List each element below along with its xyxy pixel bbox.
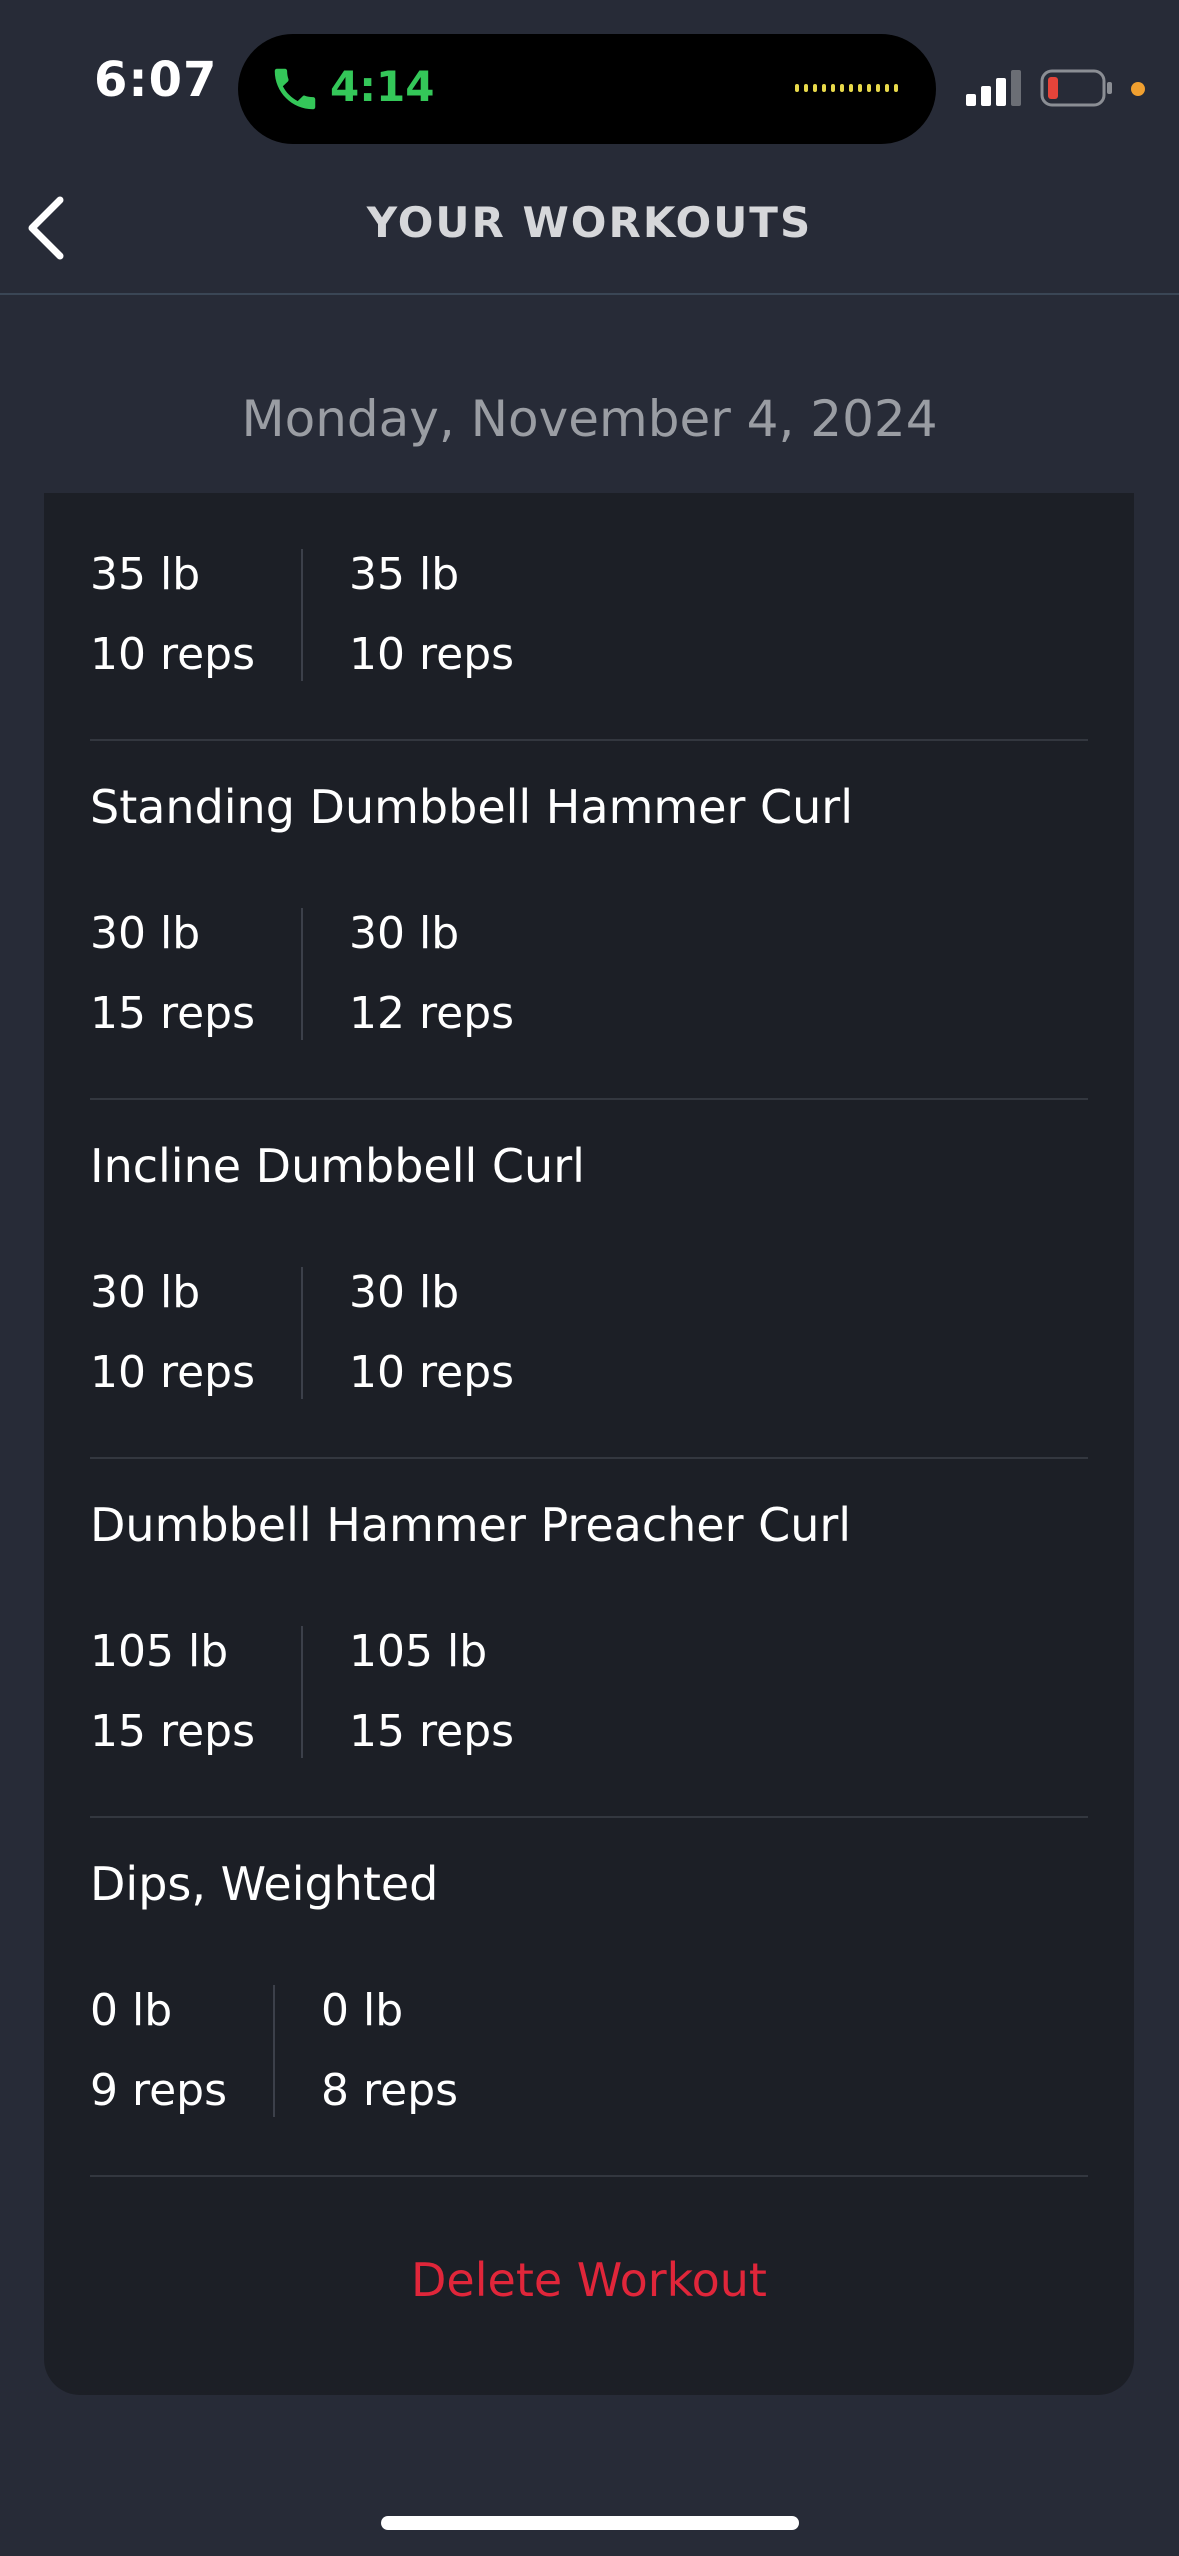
set-weight: 0 lb: [90, 1985, 173, 2036]
set-divider: [301, 1267, 304, 1399]
set-reps: 15 reps: [349, 1706, 515, 1757]
cellular-signal-icon: [966, 70, 1021, 106]
sets-row: 35 lb 10 reps 35 lb 10 reps: [90, 549, 514, 681]
set-reps: 15 reps: [90, 988, 256, 1039]
phone-icon: [274, 68, 316, 110]
exercise-separator: [90, 739, 1088, 741]
exercise-separator: [90, 2175, 1088, 2177]
nav-divider: [0, 293, 1179, 295]
set-divider: [301, 1626, 304, 1758]
set-weight: 30 lb: [349, 1267, 460, 1318]
call-duration: 4:14: [330, 62, 435, 111]
workout-card: 35 lb 10 reps 35 lb 10 reps Standing Dum…: [44, 493, 1134, 2395]
set-reps: 10 reps: [349, 629, 515, 680]
sets-row: 105 lb 15 reps 105 lb 15 reps: [90, 1626, 514, 1758]
set-reps: 10 reps: [349, 1347, 515, 1398]
set-entry: 0 lb 9 reps: [90, 1985, 227, 2117]
workout-date: Monday, November 4, 2024: [241, 390, 938, 448]
set-entry: 0 lb 8 reps: [321, 1985, 458, 2117]
home-indicator[interactable]: [381, 2516, 799, 2530]
sets-row: 30 lb 15 reps 30 lb 12 reps: [90, 908, 514, 1040]
set-entry: 30 lb 12 reps: [349, 908, 514, 1040]
sets-row: 30 lb 10 reps 30 lb 10 reps: [90, 1267, 514, 1399]
exercise-name: Dips, Weighted: [90, 1857, 439, 1911]
exercise-name: Standing Dumbbell Hammer Curl: [90, 780, 853, 834]
set-weight: 35 lb: [349, 549, 460, 600]
set-entry: 105 lb 15 reps: [90, 1626, 255, 1758]
sets-row: 0 lb 9 reps 0 lb 8 reps: [90, 1985, 458, 2117]
set-entry: 35 lb 10 reps: [90, 549, 255, 681]
set-entry: 30 lb 10 reps: [349, 1267, 514, 1399]
set-weight: 0 lb: [321, 1985, 404, 2036]
exercise-name: Incline Dumbbell Curl: [90, 1139, 585, 1193]
set-reps: 8 reps: [321, 2065, 459, 2116]
exercise-name: Dumbbell Hammer Preacher Curl: [90, 1498, 852, 1552]
battery-low-icon: [1040, 69, 1112, 107]
delete-workout-button[interactable]: Delete Workout: [44, 2253, 1134, 2307]
mic-indicator-dot: [1131, 82, 1145, 96]
exercise-separator: [90, 1816, 1088, 1818]
set-reps: 9 reps: [90, 2065, 228, 2116]
set-reps: 10 reps: [90, 1347, 256, 1398]
audio-waveform-icon: [795, 84, 898, 92]
set-weight: 30 lb: [349, 908, 460, 959]
set-reps: 12 reps: [349, 988, 515, 1039]
exercise-separator: [90, 1098, 1088, 1100]
set-weight: 35 lb: [90, 549, 201, 600]
set-entry: 30 lb 15 reps: [90, 908, 255, 1040]
set-reps: 15 reps: [90, 1706, 256, 1757]
set-entry: 30 lb 10 reps: [90, 1267, 255, 1399]
page-title: YOUR WORKOUTS: [366, 198, 813, 247]
set-divider: [273, 1985, 276, 2117]
set-weight: 30 lb: [90, 1267, 201, 1318]
set-divider: [301, 908, 304, 1040]
set-divider: [301, 549, 304, 681]
status-time: 6:07: [94, 52, 218, 108]
dynamic-island-call[interactable]: 4:14: [238, 34, 936, 144]
set-weight: 30 lb: [90, 908, 201, 959]
set-weight: 105 lb: [349, 1626, 488, 1677]
set-entry: 35 lb 10 reps: [349, 549, 514, 681]
workout-detail-screen: 6:07 4:14 YOUR WORKOUTS Monday, November…: [0, 0, 1179, 2556]
set-weight: 105 lb: [90, 1626, 229, 1677]
set-entry: 105 lb 15 reps: [349, 1626, 514, 1758]
exercise-separator: [90, 1457, 1088, 1459]
set-reps: 10 reps: [90, 629, 256, 680]
